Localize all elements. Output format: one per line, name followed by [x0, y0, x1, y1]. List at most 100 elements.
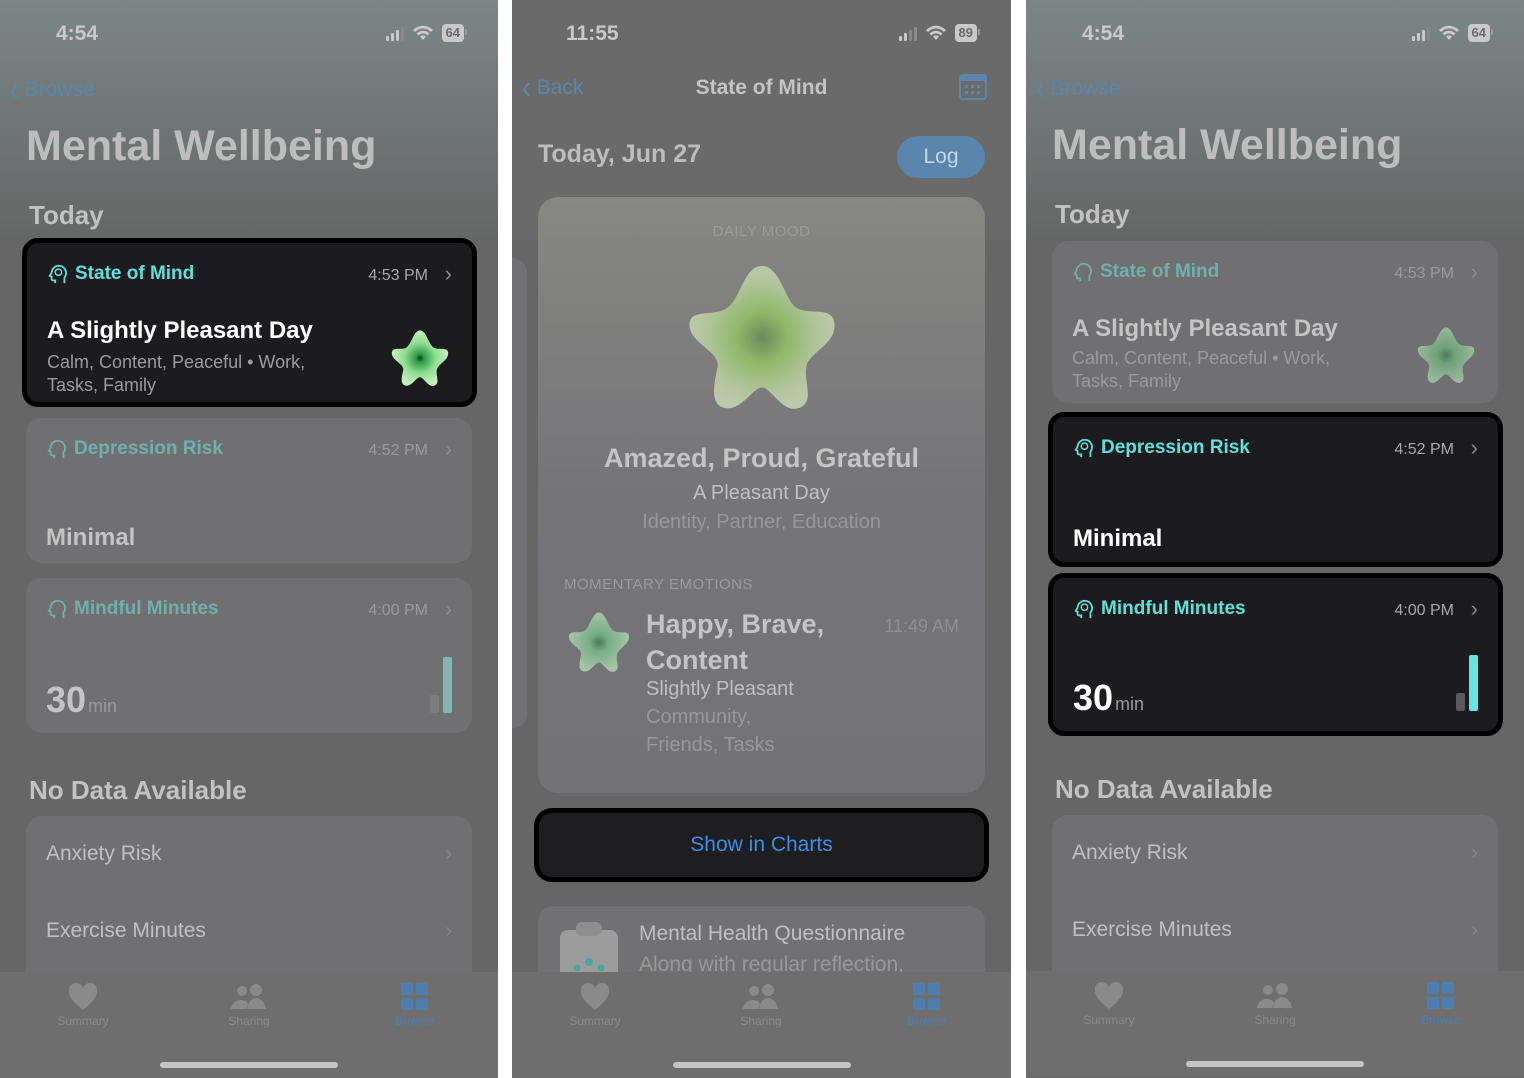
depression-risk-card[interactable]: Depression Risk 4:52 PM › Minimal — [26, 418, 472, 563]
home-indicator[interactable] — [1186, 1061, 1364, 1067]
chevron-right-icon: › — [445, 842, 452, 865]
daily-mood-emotions: Amazed, Proud, Grateful — [603, 443, 920, 473]
status-time: 4:54 — [56, 22, 99, 45]
item-label: Anxiety Risk — [1072, 841, 1188, 864]
grid-icon — [913, 983, 940, 1010]
mini-bar-chart — [1456, 655, 1478, 711]
mindful-minutes-card[interactable]: Mindful Minutes 4:00 PM › 30 min — [26, 578, 472, 733]
mindful-minutes-card[interactable]: Mindful Minutes 4:00 PM › 30 min — [1048, 573, 1503, 736]
screen-state-of-mind: 11:55 89 ‹ Back State of Mind Today, Jun … — [512, 0, 1011, 1078]
associations-line-1: Community, — [646, 706, 752, 728]
home-indicator[interactable] — [160, 1062, 338, 1068]
mental-health-head-icon — [47, 439, 66, 459]
cellular-signal-icon — [1411, 25, 1430, 41]
card-title: Mindful Minutes — [74, 598, 219, 619]
date-header: Today, Jun 27 — [538, 140, 702, 168]
tab-summary[interactable]: Summary — [1059, 981, 1159, 1027]
status-time: 4:54 — [1082, 22, 1125, 45]
tab-browse[interactable]: Browse — [1391, 981, 1491, 1027]
back-button[interactable]: ‹ Browse — [10, 69, 95, 108]
home-indicator[interactable] — [672, 1062, 851, 1068]
status-bar: 11:55 89 — [512, 20, 1011, 50]
questionnaire-title: Mental Health Questionnaire — [639, 922, 906, 945]
card-time: 4:00 PM — [368, 602, 428, 619]
minutes-value: 30 — [1073, 677, 1114, 718]
card-details: Calm, Content, Peaceful • Work, Tasks, F… — [1072, 348, 1331, 391]
section-title-no-data: No Data Available — [29, 775, 247, 805]
tab-label: Sharing — [1254, 1013, 1296, 1027]
log-button[interactable]: Log — [897, 136, 985, 178]
tab-bar: Summary Sharing Browse — [1026, 971, 1524, 1077]
tab-label: Summary — [569, 1014, 621, 1028]
calendar-icon[interactable] — [959, 74, 987, 100]
bar-current — [1469, 655, 1478, 711]
list-item-exercise-minutes[interactable]: Exercise Minutes › — [1072, 910, 1478, 950]
status-bar: 4:54 64 — [0, 20, 498, 50]
state-of-mind-card[interactable]: State of Mind 4:53 PM › A Slightly Pleas… — [22, 238, 477, 407]
bar-previous — [430, 695, 439, 713]
tab-sharing[interactable]: Sharing — [199, 982, 299, 1028]
list-item-anxiety-risk[interactable]: Anxiety Risk › — [46, 834, 452, 874]
tab-label: Sharing — [740, 1014, 782, 1028]
chevron-right-icon: › — [444, 261, 452, 286]
tab-sharing[interactable]: Sharing — [1225, 981, 1325, 1027]
heart-icon — [1094, 981, 1124, 1009]
list-item-exercise-minutes[interactable]: Exercise Minutes › — [46, 911, 452, 951]
heart-icon — [68, 982, 98, 1010]
depression-risk-card[interactable]: Depression Risk 4:52 PM › Minimal — [1048, 412, 1503, 567]
card-title: Mindful Minutes — [1101, 598, 1246, 619]
mood-flower-icon — [391, 330, 449, 386]
wifi-icon — [925, 25, 946, 40]
tab-sharing[interactable]: Sharing — [711, 982, 811, 1028]
battery-icon: 64 — [1467, 24, 1494, 42]
people-icon — [231, 984, 266, 1009]
show-in-charts-button[interactable]: Show in Charts — [534, 808, 989, 882]
no-data-list: Anxiety Risk › Exercise Minutes › — [26, 816, 472, 996]
tab-label: Browse — [1420, 1013, 1461, 1027]
chevron-right-icon: › — [1470, 435, 1478, 460]
card-time: 4:52 PM — [1394, 441, 1454, 458]
list-item-anxiety-risk[interactable]: Anxiety Risk › — [1072, 833, 1478, 873]
minutes-unit: min — [1115, 694, 1145, 714]
daily-mood-associations: Identity, Partner, Education — [642, 511, 881, 533]
momentary-entry[interactable]: Happy, Brave, Content 11:49 AM Slightly … — [538, 602, 985, 772]
chevron-left-icon: ‹ — [10, 69, 19, 109]
back-button[interactable]: ‹ Browse — [1036, 68, 1121, 107]
chevron-right-icon: › — [1471, 918, 1478, 941]
minutes-unit: min — [88, 696, 118, 716]
card-title: State of Mind — [1100, 261, 1220, 282]
card-value: Minimal — [1073, 525, 1163, 552]
card-header: Depression Risk — [46, 438, 223, 460]
card-time: 4:53 PM — [368, 267, 428, 284]
mental-health-head-icon — [1073, 262, 1092, 282]
mental-health-head-icon — [48, 264, 67, 284]
chevron-left-icon: ‹ — [1036, 68, 1045, 108]
tab-browse[interactable]: Browse — [365, 982, 465, 1028]
tab-summary[interactable]: Summary — [545, 982, 645, 1028]
grid-icon — [401, 983, 428, 1010]
card-value: 30 min — [1073, 677, 1144, 719]
momentary-associations: Community, Friends, Tasks — [646, 703, 775, 759]
previous-card-edge — [512, 258, 527, 728]
state-of-mind-card[interactable]: State of Mind 4:53 PM › A Slightly Pleas… — [1052, 241, 1498, 403]
momentary-emotions-caption: MOMENTARY EMOTIONS — [564, 576, 754, 593]
card-title: State of Mind — [75, 263, 195, 284]
mental-health-head-icon — [1074, 599, 1093, 619]
tab-label: Summary — [1083, 1013, 1135, 1027]
tab-summary[interactable]: Summary — [33, 982, 133, 1028]
people-icon — [1257, 983, 1292, 1008]
status-bar: 4:54 64 — [1026, 20, 1524, 50]
tab-label: Sharing — [228, 1014, 270, 1028]
card-time: 4:53 PM — [1394, 265, 1454, 282]
status-time: 11:55 — [566, 22, 619, 45]
screen-mental-wellbeing-1: 4:54 64 ‹ Browse Mental Wellbeing Today S… — [0, 0, 498, 1078]
section-title-today: Today — [29, 200, 104, 230]
daily-mood-card[interactable]: DAILY MOOD Amazed, Proud, Grateful A Ple… — [538, 197, 985, 793]
cellular-signal-icon — [385, 25, 404, 41]
grid-icon — [1427, 982, 1454, 1009]
tab-browse[interactable]: Browse — [877, 982, 977, 1028]
page-title: Mental Wellbeing — [26, 122, 377, 170]
card-time: 4:52 PM — [368, 442, 428, 459]
daily-mood-feeling: A Pleasant Day — [693, 482, 830, 504]
momentary-feeling: Slightly Pleasant — [646, 678, 794, 700]
